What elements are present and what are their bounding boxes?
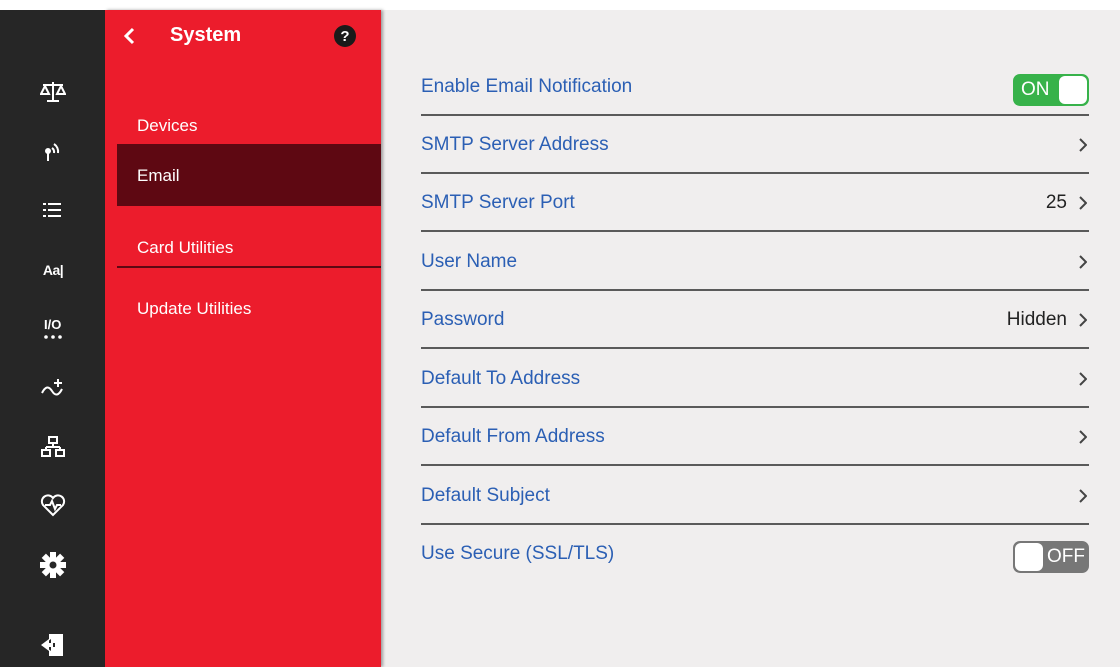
row-label: User Name: [421, 251, 518, 272]
row-divider: [421, 230, 1089, 232]
font-icon[interactable]: Aa|: [38, 255, 68, 285]
chevron-right-icon: [1079, 196, 1087, 210]
menu-item-label: Devices: [137, 116, 198, 135]
row-smtp-server-port[interactable]: SMTP Server Port 25: [421, 174, 1089, 232]
chevron-right-icon: [1079, 430, 1087, 444]
toggle-knob: [1059, 76, 1087, 104]
row-default-to-address[interactable]: Default To Address: [421, 350, 1089, 408]
row-enable-email-notification[interactable]: Enable Email Notification ON: [421, 58, 1089, 116]
menu-item-email[interactable]: Email: [117, 144, 381, 206]
chevron-right-icon: [1079, 313, 1087, 327]
chevron-right-icon: [1079, 138, 1087, 152]
network-icon[interactable]: [38, 432, 68, 462]
row-default-subject[interactable]: Default Subject: [421, 467, 1089, 525]
secure-ssl-toggle[interactable]: OFF: [1013, 541, 1089, 573]
svg-text:?: ?: [340, 28, 349, 45]
menu-item-card-utilities[interactable]: Card Utilities: [117, 216, 381, 278]
menu-title: System: [170, 24, 242, 46]
logout-icon[interactable]: [38, 630, 68, 660]
chevron-right-icon: [1079, 255, 1087, 269]
row-value: 25: [1045, 192, 1067, 213]
list-icon[interactable]: [38, 195, 68, 225]
transfer-wave-icon[interactable]: [38, 373, 68, 403]
row-label: Enable Email Notification: [421, 76, 633, 97]
chevron-right-icon: [1079, 489, 1087, 503]
help-circle-icon[interactable]: ?: [333, 24, 357, 48]
row-value: Hidden: [1006, 309, 1067, 330]
toggle-knob: [1015, 543, 1043, 571]
email-notification-toggle[interactable]: ON: [1013, 74, 1089, 106]
toggle-state: ON: [1021, 79, 1050, 100]
svg-text:I/O: I/O: [44, 317, 61, 332]
row-use-secure-ssl-tls[interactable]: Use Secure (SSL/TLS) OFF: [421, 525, 1089, 583]
toggle-state: OFF: [1047, 546, 1085, 567]
row-default-from-address[interactable]: Default From Address: [421, 408, 1089, 466]
menu-item-label: Update Utilities: [137, 299, 252, 318]
heart-health-icon[interactable]: [38, 490, 68, 520]
row-divider: [421, 347, 1089, 349]
font-icon-text: Aa|: [42, 262, 64, 278]
row-label: SMTP Server Address: [421, 134, 609, 155]
row-smtp-server-address[interactable]: SMTP Server Address: [421, 116, 1089, 174]
row-label: Default Subject: [421, 485, 550, 506]
io-icon[interactable]: I/O: [38, 314, 68, 344]
system-menu: System ? Devices Email Card Utilities Up…: [105, 10, 381, 667]
chevron-right-icon: [1079, 372, 1087, 386]
row-label: Use Secure (SSL/TLS): [421, 543, 615, 564]
chevron-left-icon[interactable]: [123, 27, 137, 45]
row-user-name[interactable]: User Name: [421, 233, 1089, 291]
wireless-signal-icon[interactable]: [38, 136, 68, 166]
menu-divider: [117, 266, 381, 268]
icon-rail: Aa| I/O: [0, 10, 105, 667]
menu-item-update-utilities[interactable]: Update Utilities: [117, 277, 381, 339]
menu-header: System ?: [105, 10, 381, 60]
row-label: Password: [421, 309, 505, 330]
app-window: Aa| I/O System ? Devices Email Card Util…: [0, 10, 1120, 667]
email-settings-panel: Enable Email Notification ON SMTP Server…: [381, 10, 1120, 667]
row-label: Default To Address: [421, 368, 581, 389]
gear-icon[interactable]: [38, 550, 68, 580]
row-password[interactable]: Password Hidden: [421, 291, 1089, 349]
menu-item-label: Card Utilities: [137, 238, 234, 257]
menu-item-label: Email: [137, 166, 180, 185]
scale-icon[interactable]: [38, 77, 68, 107]
row-divider: [421, 464, 1089, 466]
row-label: SMTP Server Port: [421, 192, 575, 213]
row-label: Default From Address: [421, 426, 605, 447]
